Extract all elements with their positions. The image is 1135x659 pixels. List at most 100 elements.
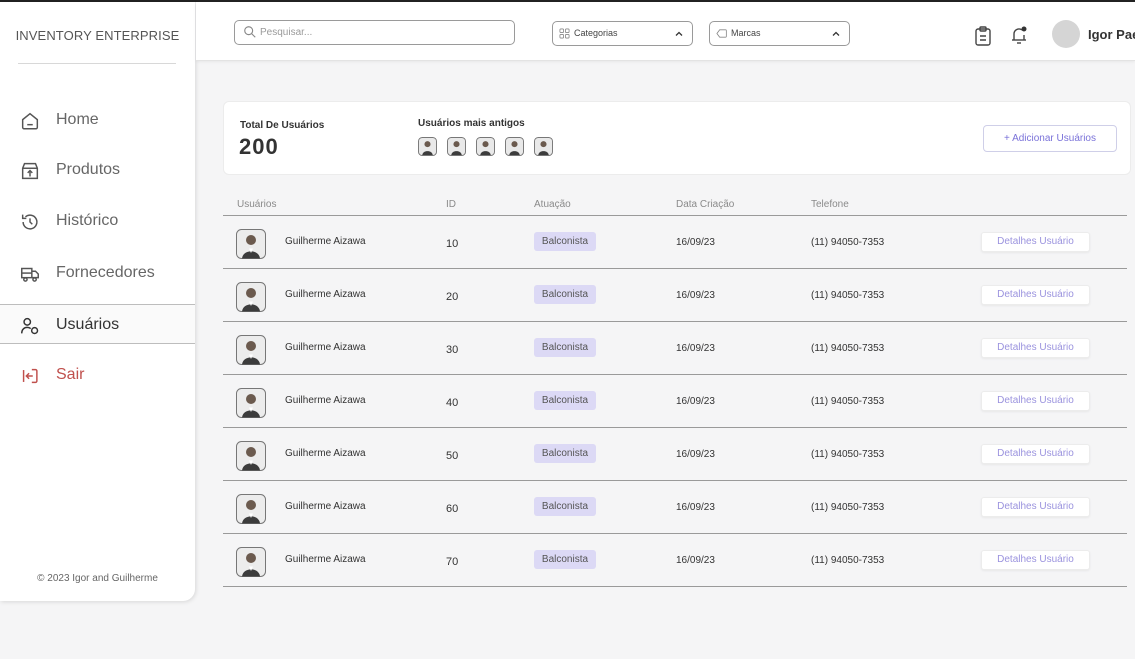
user-name-cell: Guilherme Aizawa — [285, 501, 366, 512]
column-header-data-criacao: Data Criação — [676, 199, 735, 210]
phone-cell: (11) 94050-7353 — [811, 237, 885, 248]
user-details-button[interactable]: Detalhes Usuário — [981, 232, 1090, 252]
categories-label: Categorias — [574, 28, 618, 38]
user-name-cell: Guilherme Aizawa — [285, 236, 366, 247]
sidebar-item-label: Home — [56, 111, 99, 128]
creation-date-cell: 16/09/23 — [676, 502, 715, 513]
brand-divider — [18, 63, 176, 64]
phone-cell: (11) 94050-7353 — [811, 343, 885, 354]
avatar[interactable] — [236, 494, 266, 524]
avatar[interactable] — [236, 388, 266, 418]
user-name[interactable]: Igor Pae — [1088, 27, 1135, 42]
avatar[interactable] — [476, 137, 495, 156]
avatar[interactable] — [236, 335, 266, 365]
clipboard-icon[interactable] — [974, 26, 992, 46]
role-badge: Balconista — [534, 550, 596, 569]
search-icon — [244, 26, 256, 38]
phone-cell: (11) 94050-7353 — [811, 449, 885, 460]
user-id-cell: 50 — [446, 450, 459, 462]
sidebar-item-historico[interactable]: Histórico — [0, 201, 195, 241]
creation-date-cell: 16/09/23 — [676, 343, 715, 354]
add-users-button[interactable]: + Adicionar Usuários — [983, 125, 1117, 152]
role-badge: Balconista — [534, 285, 596, 304]
user-id-cell: 20 — [446, 291, 459, 303]
avatar[interactable] — [236, 547, 266, 577]
user-id-cell: 60 — [446, 503, 459, 515]
sidebar-item-usuarios[interactable]: Usuários — [0, 304, 195, 344]
home-icon — [21, 112, 39, 130]
user-id-cell: 70 — [446, 556, 459, 568]
users-table-header: Usuários ID Atuação Data Criação Telefon… — [223, 199, 1127, 216]
top-header: Categorias Marcas Igor Pae — [196, 2, 1135, 61]
bell-icon[interactable] — [1010, 25, 1028, 45]
phone-cell: (11) 94050-7353 — [811, 290, 885, 301]
creation-date-cell: 16/09/23 — [676, 290, 715, 301]
user-details-button[interactable]: Detalhes Usuário — [981, 391, 1090, 411]
search-box[interactable] — [234, 20, 515, 45]
oldest-users-label: Usuários mais antigos — [418, 118, 525, 129]
user-details-button[interactable]: Detalhes Usuário — [981, 497, 1090, 517]
sidebar: INVENTORY ENTERPRISE Home Produtos Histó… — [0, 2, 195, 601]
avatar[interactable] — [447, 137, 466, 156]
oldest-users-avatars — [418, 137, 553, 156]
user-name-cell: Guilherme Aizawa — [285, 289, 366, 300]
creation-date-cell: 16/09/23 — [676, 237, 715, 248]
users-icon — [21, 317, 39, 335]
avatar[interactable] — [236, 229, 266, 259]
user-details-button[interactable]: Detalhes Usuário — [981, 285, 1090, 305]
sidebar-item-label: Histórico — [56, 212, 119, 229]
creation-date-cell: 16/09/23 — [676, 449, 715, 460]
avatar[interactable] — [418, 137, 437, 156]
avatar[interactable] — [236, 282, 266, 312]
avatar[interactable] — [505, 137, 524, 156]
column-header-atuacao: Atuação — [534, 199, 571, 210]
users-summary-card: Total De Usuários 200 Usuários mais anti… — [223, 101, 1131, 175]
user-id-cell: 40 — [446, 397, 459, 409]
user-name-cell: Guilherme Aizawa — [285, 342, 366, 353]
sidebar-item-home[interactable]: Home — [0, 100, 195, 140]
total-users-label: Total De Usuários — [240, 120, 325, 131]
sidebar-item-label: Fornecedores — [56, 264, 155, 281]
user-details-button[interactable]: Detalhes Usuário — [981, 550, 1090, 570]
table-row: Guilherme Aizawa 40 Balconista 16/09/23 (11)… — [223, 375, 1127, 428]
chevron-up-icon — [832, 31, 840, 36]
sidebar-item-sair[interactable]: Sair — [0, 355, 195, 395]
sidebar-item-fornecedores[interactable]: Fornecedores — [0, 253, 195, 293]
sidebar-item-label: Sair — [56, 366, 85, 383]
avatar[interactable] — [236, 441, 266, 471]
user-details-button[interactable]: Detalhes Usuário — [981, 338, 1090, 358]
user-avatar[interactable] — [1052, 20, 1080, 48]
copyright-text: © 2023 Igor and Guilherme — [37, 573, 158, 584]
sidebar-item-label: Usuários — [56, 316, 120, 333]
brands-label: Marcas — [731, 28, 761, 38]
phone-cell: (11) 94050-7353 — [811, 555, 885, 566]
user-id-cell: 30 — [446, 344, 459, 356]
column-header-usuarios: Usuários — [237, 199, 277, 210]
phone-cell: (11) 94050-7353 — [811, 396, 885, 407]
sidebar-item-produtos[interactable]: Produtos — [0, 150, 195, 190]
table-row: Guilherme Aizawa 20 Balconista 16/09/23 (11)… — [223, 269, 1127, 322]
brands-dropdown[interactable]: Marcas — [709, 21, 850, 46]
creation-date-cell: 16/09/23 — [676, 396, 715, 407]
search-input[interactable] — [260, 23, 505, 42]
table-row: Guilherme Aizawa 50 Balconista 16/09/23 (11)… — [223, 428, 1127, 481]
role-badge: Balconista — [534, 444, 596, 463]
table-row: Guilherme Aizawa 10 Balconista 16/09/23 (11)… — [223, 216, 1127, 269]
box-icon — [21, 162, 39, 180]
truck-icon — [21, 267, 39, 282]
avatar[interactable] — [534, 137, 553, 156]
brand-title: INVENTORY ENTERPRISE — [15, 28, 180, 43]
role-badge: Balconista — [534, 232, 596, 251]
table-row: Guilherme Aizawa 60 Balconista 16/09/23 (11)… — [223, 481, 1127, 534]
user-name-cell: Guilherme Aizawa — [285, 395, 366, 406]
phone-cell: (11) 94050-7353 — [811, 502, 885, 513]
history-icon — [21, 214, 38, 230]
table-row: Guilherme Aizawa 70 Balconista 16/09/23 (11)… — [223, 534, 1127, 587]
sidebar-item-label: Produtos — [56, 161, 121, 178]
column-header-id: ID — [446, 199, 456, 210]
user-details-button[interactable]: Detalhes Usuário — [981, 444, 1090, 464]
tag-icon — [716, 29, 727, 38]
categories-dropdown[interactable]: Categorias — [552, 21, 693, 46]
user-id-cell: 10 — [446, 238, 459, 250]
total-users-value: 200 — [239, 134, 279, 159]
